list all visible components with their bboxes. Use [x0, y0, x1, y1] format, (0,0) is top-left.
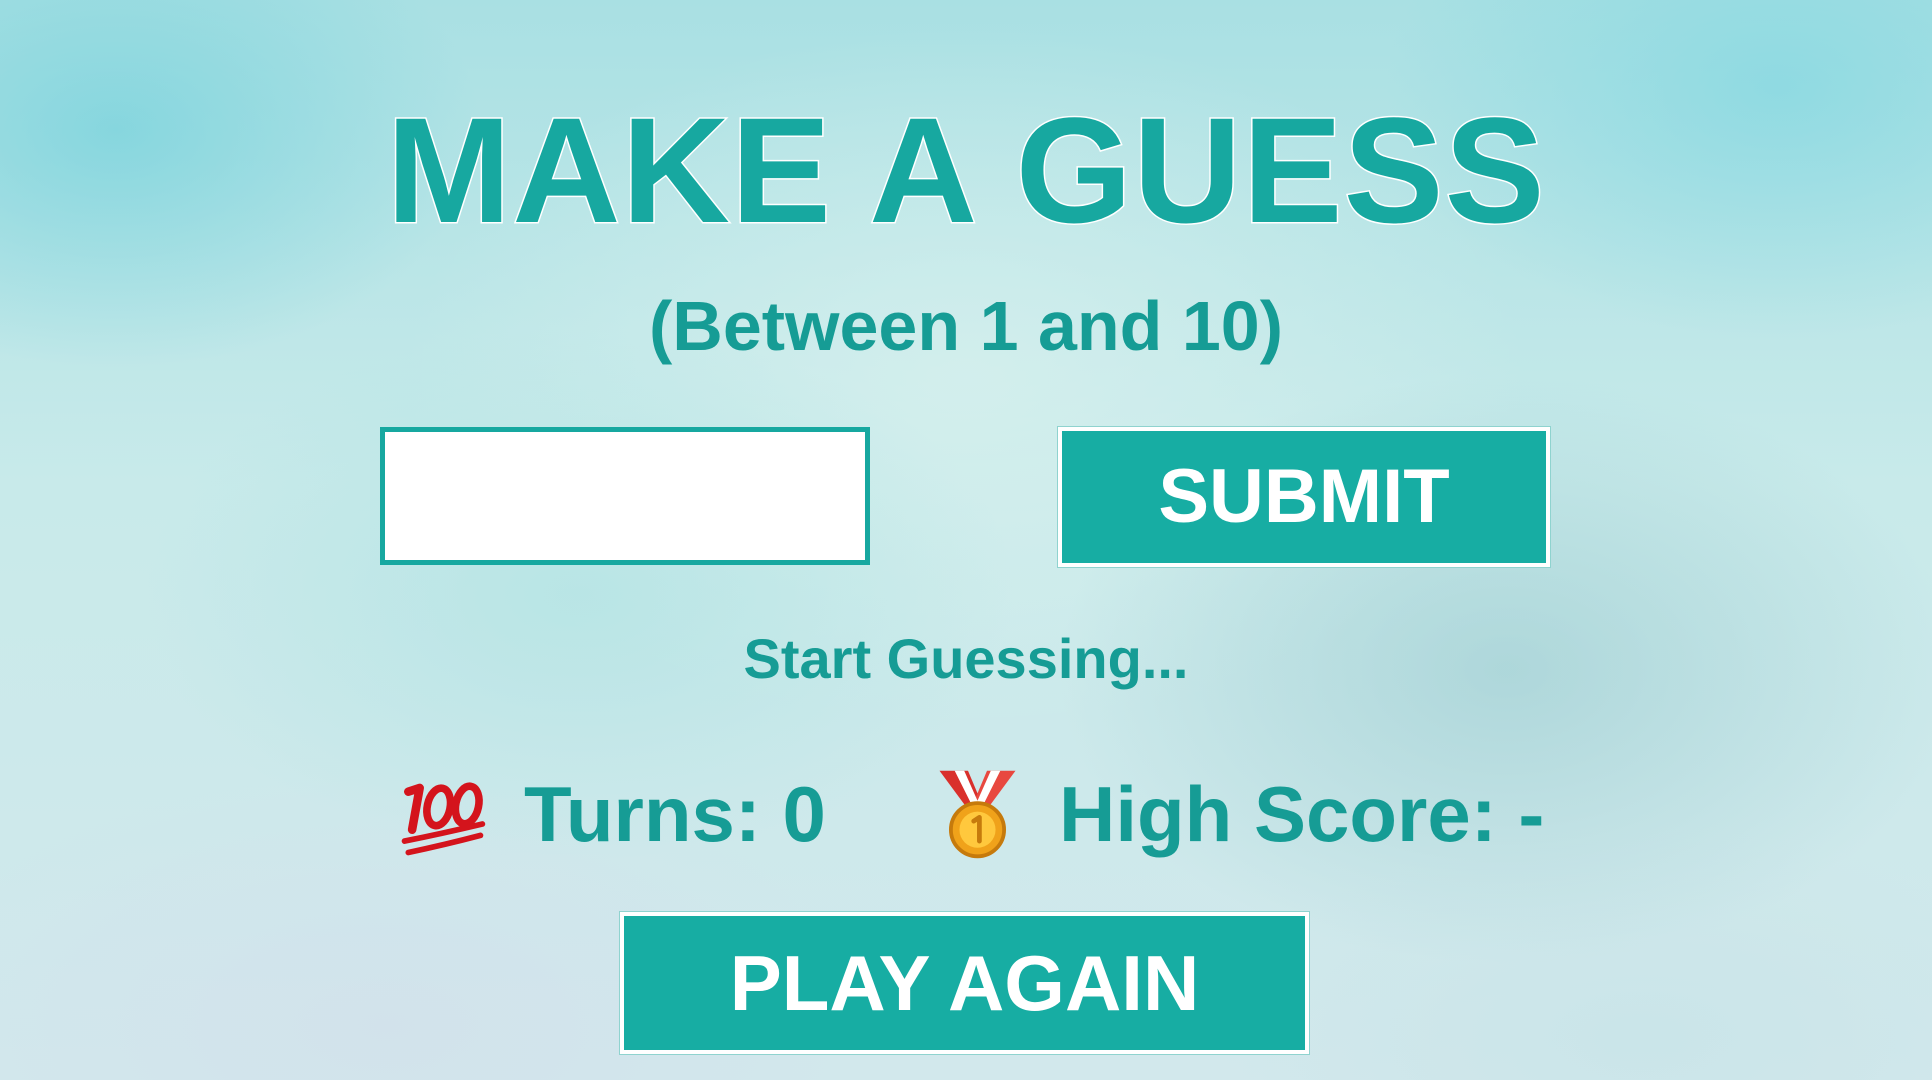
- turns-counter: Turns: 0: [395, 764, 826, 864]
- high-score-display: High Score: -: [930, 764, 1544, 864]
- guess-input[interactable]: [380, 427, 870, 565]
- hundred-points-icon: [395, 767, 490, 862]
- status-message: Start Guessing...: [743, 627, 1189, 690]
- first-place-medal-icon: [930, 767, 1025, 862]
- page-title: MAKE A GUESS: [385, 86, 1546, 254]
- high-score-label: High Score: -: [1059, 769, 1545, 858]
- submit-button[interactable]: SUBMIT: [1058, 427, 1550, 567]
- range-subtitle: (Between 1 and 10): [648, 287, 1284, 365]
- play-again-button[interactable]: PLAY AGAIN: [620, 912, 1309, 1054]
- turns-label: Turns: 0: [524, 769, 826, 858]
